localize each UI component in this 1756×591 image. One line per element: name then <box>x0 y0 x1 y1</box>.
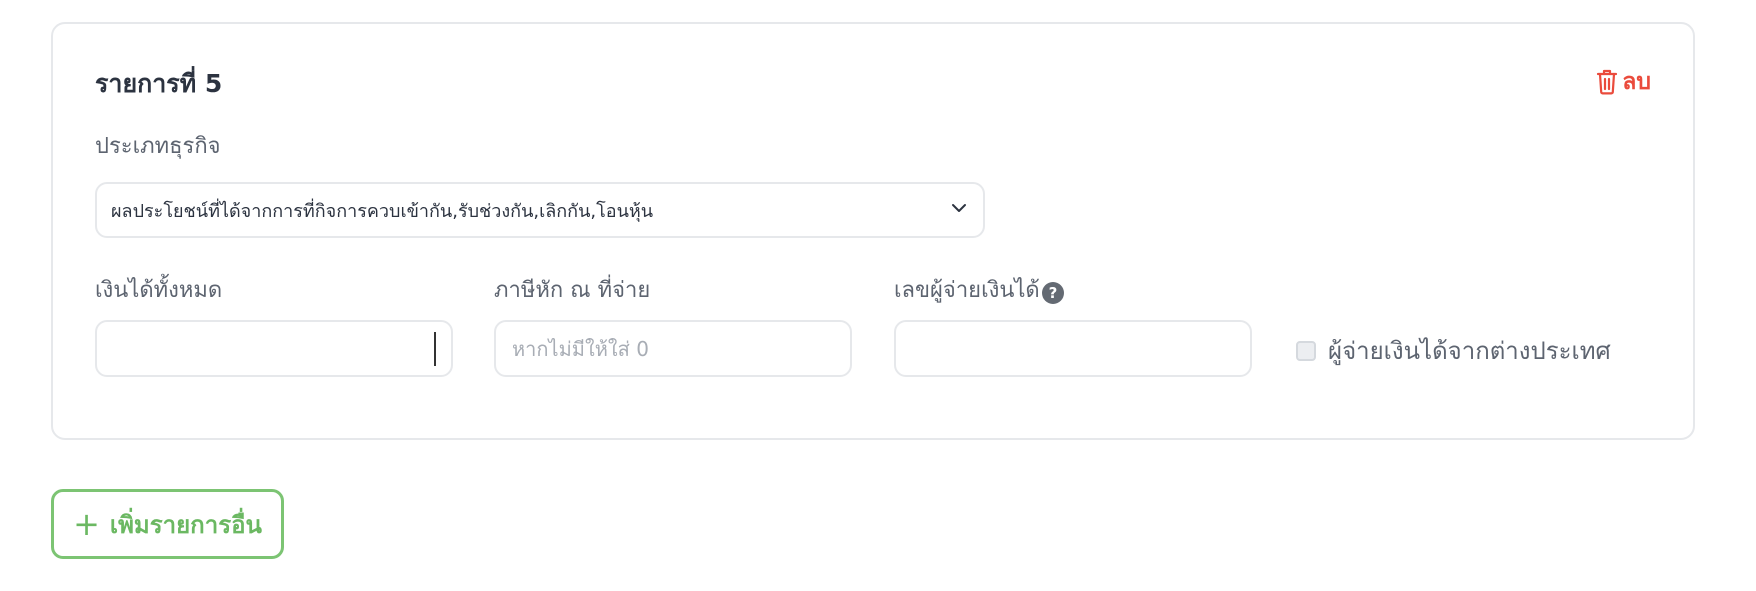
add-item-button[interactable]: + เพิ่มรายการอื่น <box>51 489 284 559</box>
business-type-selected-value: ผลประโยชน์ที่ได้จากการที่กิจการควบเข้ากั… <box>111 200 654 222</box>
trash-icon <box>1596 69 1618 95</box>
total-income-label: เงินได้ทั้งหมด <box>95 278 223 303</box>
business-type-select[interactable]: ผลประโยชน์ที่ได้จากการที่กิจการควบเข้ากั… <box>95 182 985 238</box>
income-item-card: รายการที่ 5 ลบ ประเภทธุรกิจ ผลประโยชน์ที… <box>51 22 1695 440</box>
withholding-tax-label: ภาษีหัก ณ ที่จ่าย <box>494 278 651 303</box>
payer-id-input[interactable] <box>894 320 1252 377</box>
total-income-input[interactable] <box>95 320 453 377</box>
add-item-label: เพิ่มรายการอื่น <box>109 510 262 539</box>
chevron-down-icon <box>949 198 969 222</box>
payer-id-label: เลขผู้จ่ายเงินได้ <box>894 278 1040 303</box>
foreign-payer-label[interactable]: ผู้จ่ายเงินได้จากต่างประเทศ <box>1328 331 1611 370</box>
foreign-payer-checkbox-row[interactable]: ผู้จ่ายเงินได้จากต่างประเทศ <box>1296 331 1611 370</box>
item-title: รายการที่ 5 <box>95 69 223 98</box>
plus-icon: + <box>73 505 100 543</box>
question-circle-icon[interactable]: ? <box>1042 282 1064 304</box>
withholding-tax-input[interactable] <box>494 320 852 377</box>
delete-button[interactable]: ลบ <box>1596 64 1651 100</box>
text-cursor <box>434 332 436 366</box>
business-type-label: ประเภทธุรกิจ <box>95 134 221 159</box>
delete-label: ลบ <box>1622 69 1651 95</box>
foreign-payer-checkbox[interactable] <box>1296 340 1316 361</box>
